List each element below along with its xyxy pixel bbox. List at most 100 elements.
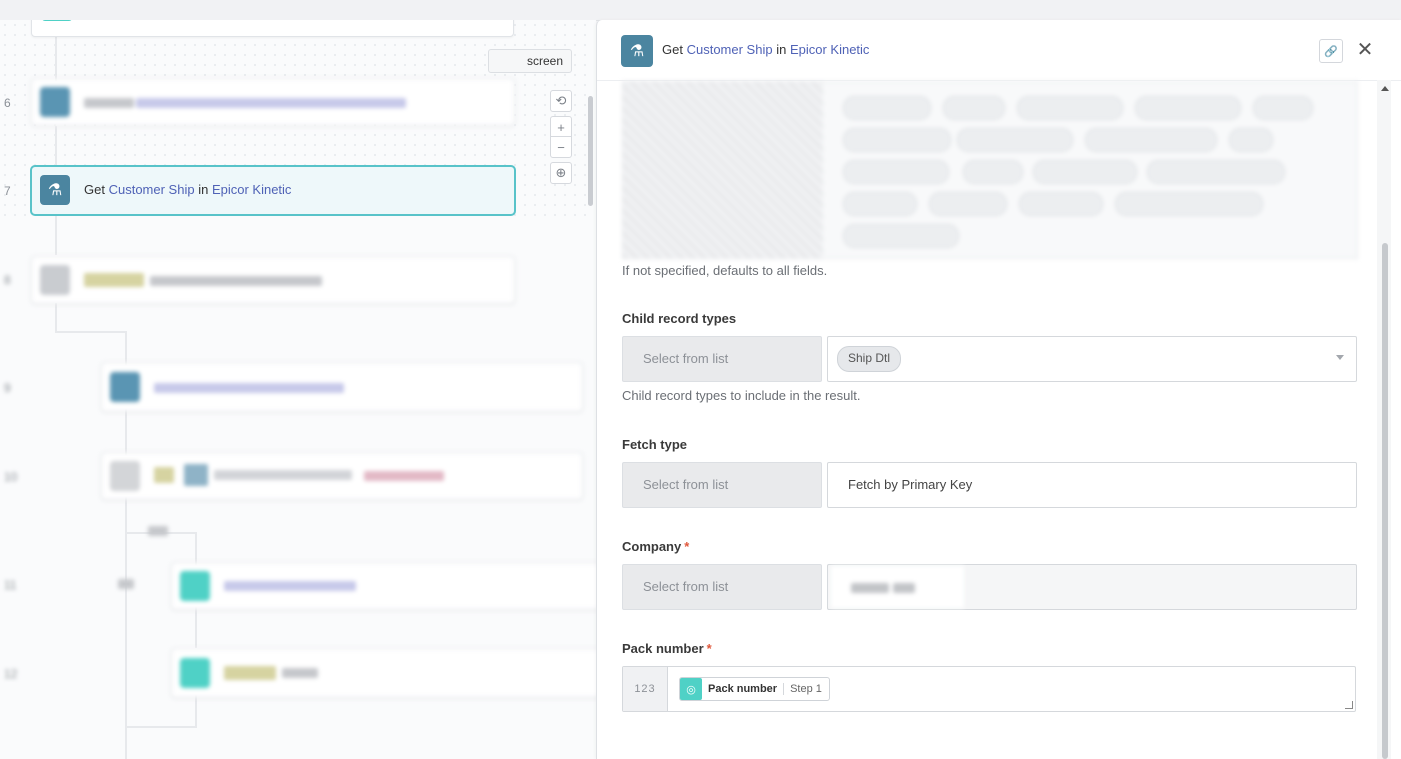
field-chip[interactable] bbox=[1229, 128, 1273, 152]
pack-number-input[interactable]: 123 ◎ Pack number Step 1 bbox=[622, 666, 1356, 712]
panel-title-in: in bbox=[776, 42, 787, 57]
step-action: Get bbox=[84, 182, 105, 197]
datapill[interactable]: ◎ Pack number Step 1 bbox=[679, 677, 830, 701]
chevron-down-icon[interactable] bbox=[1336, 355, 1344, 360]
step-in-text: in bbox=[198, 182, 209, 197]
canvas-scrollbar[interactable] bbox=[588, 96, 593, 206]
resize-handle[interactable] bbox=[1345, 701, 1353, 709]
field-chip[interactable] bbox=[1017, 96, 1123, 120]
redacted-text bbox=[893, 583, 915, 593]
step-app-link[interactable]: Epicor Kinetic bbox=[212, 182, 291, 197]
zoom-out-button[interactable]: − bbox=[550, 136, 572, 158]
child-record-types-label: Child record types bbox=[622, 311, 737, 326]
panel-app-link[interactable]: Epicor Kinetic bbox=[790, 42, 869, 57]
required-marker: * bbox=[684, 539, 690, 554]
fit-icon: ⊕ bbox=[555, 165, 567, 180]
step-text bbox=[364, 471, 444, 481]
field-chip[interactable] bbox=[1147, 160, 1285, 184]
step-text bbox=[154, 467, 174, 483]
panel-title: Get Customer Ship in Epicor Kinetic bbox=[662, 42, 869, 57]
connector bbox=[55, 126, 57, 166]
field-chip[interactable] bbox=[1085, 128, 1217, 152]
pack-number-label: Pack number * bbox=[622, 641, 712, 656]
step-text bbox=[136, 98, 406, 108]
close-icon[interactable]: ✕ bbox=[1354, 37, 1376, 61]
zoom-in-button[interactable]: + bbox=[550, 116, 572, 138]
epicor-app-icon: ⚗ bbox=[621, 35, 653, 67]
child-record-types-toggle[interactable]: Select from list bbox=[622, 336, 822, 382]
field-list-preview bbox=[623, 82, 823, 258]
plus-icon: + bbox=[557, 119, 565, 135]
step-icon bbox=[180, 658, 210, 688]
field-chip[interactable] bbox=[1253, 96, 1313, 120]
step-node-9[interactable] bbox=[101, 362, 583, 412]
datapill-step: Step 1 bbox=[783, 683, 829, 695]
required-marker: * bbox=[706, 641, 712, 656]
company-toggle[interactable]: Select from list bbox=[622, 564, 822, 610]
step-node-11[interactable] bbox=[171, 562, 596, 610]
step-text bbox=[282, 668, 318, 678]
step-icon bbox=[40, 265, 70, 295]
fetch-type-select[interactable]: Fetch by Primary Key bbox=[827, 462, 1357, 508]
step-node-6[interactable] bbox=[31, 78, 515, 126]
datapill-app-icon: ◎ bbox=[680, 678, 702, 700]
reset-zoom-button[interactable]: ⟲ bbox=[550, 90, 572, 112]
link-icon[interactable]: 🔗 bbox=[1319, 39, 1343, 63]
scroll-up-arrow[interactable] bbox=[1381, 86, 1389, 91]
toggle-label: Select from list bbox=[643, 351, 729, 366]
step-text bbox=[84, 98, 134, 108]
recipe-canvas[interactable]: screen 6 7 ⚗ Get Customer Ship in Epicor… bbox=[0, 20, 596, 759]
fullscreen-button[interactable]: screen bbox=[488, 49, 572, 73]
fit-view-button[interactable]: ⊕ bbox=[550, 162, 572, 184]
company-input[interactable] bbox=[827, 564, 1357, 610]
step-text bbox=[150, 276, 322, 286]
fetch-type-toggle[interactable]: Select from list bbox=[622, 462, 822, 508]
toggle-label: Select from list bbox=[643, 579, 729, 594]
output-fields-picker[interactable] bbox=[622, 81, 1358, 259]
panel-scrollbar[interactable] bbox=[1377, 80, 1391, 759]
step-number: 8 bbox=[4, 273, 11, 287]
field-chip[interactable] bbox=[843, 160, 949, 184]
step-text bbox=[84, 273, 144, 287]
epicor-app-icon: ⚗ bbox=[40, 175, 70, 205]
step-node-10[interactable] bbox=[101, 452, 583, 500]
minus-icon: − bbox=[557, 139, 565, 155]
panel-title-action: Get bbox=[662, 42, 683, 57]
field-chip[interactable] bbox=[1115, 192, 1263, 216]
step-icon bbox=[40, 87, 70, 117]
field-chip[interactable] bbox=[1019, 192, 1103, 216]
field-chip[interactable] bbox=[1033, 160, 1137, 184]
child-record-types-select[interactable]: Ship Dtl bbox=[827, 336, 1357, 382]
step-number: 12 bbox=[4, 667, 18, 681]
field-chip[interactable] bbox=[929, 192, 1007, 216]
scroll-thumb[interactable] bbox=[1382, 243, 1388, 759]
toggle-label: Select from list bbox=[643, 477, 729, 492]
field-chip[interactable] bbox=[963, 160, 1023, 184]
field-chip[interactable] bbox=[843, 224, 959, 248]
ship-dtl-tag[interactable]: Ship Dtl bbox=[837, 346, 902, 372]
field-chip[interactable] bbox=[957, 128, 1073, 152]
field-chip[interactable] bbox=[943, 96, 1005, 120]
step-icon bbox=[110, 372, 140, 402]
step-text bbox=[154, 383, 344, 393]
step-icon bbox=[180, 571, 210, 601]
field-chip[interactable] bbox=[843, 96, 931, 120]
field-chip[interactable] bbox=[1135, 96, 1241, 120]
step-config-panel: ⚗ Get Customer Ship in Epicor Kinetic 🔗 … bbox=[596, 20, 1401, 759]
panel-header: ⚗ Get Customer Ship in Epicor Kinetic 🔗 … bbox=[597, 20, 1401, 81]
step-node-8[interactable] bbox=[31, 256, 515, 304]
step-object-link[interactable]: Customer Ship bbox=[109, 182, 195, 197]
step-number: 6 bbox=[4, 96, 11, 110]
fullscreen-label: screen bbox=[526, 54, 563, 68]
datapill-name: Pack number bbox=[708, 683, 778, 695]
step-node-7-active[interactable]: ⚗ Get Customer Ship in Epicor Kinetic bbox=[30, 165, 516, 216]
fields-hint: If not specified, defaults to all fields… bbox=[622, 263, 828, 278]
field-chip[interactable] bbox=[843, 192, 917, 216]
step-icon bbox=[42, 20, 72, 21]
step-node-12[interactable] bbox=[171, 648, 596, 698]
step-node-5[interactable] bbox=[31, 20, 514, 37]
company-label: Company * bbox=[622, 539, 689, 554]
panel-object-link[interactable]: Customer Ship bbox=[687, 42, 773, 57]
pack-number-label-text: Pack number bbox=[622, 641, 704, 656]
field-chip[interactable] bbox=[843, 128, 951, 152]
